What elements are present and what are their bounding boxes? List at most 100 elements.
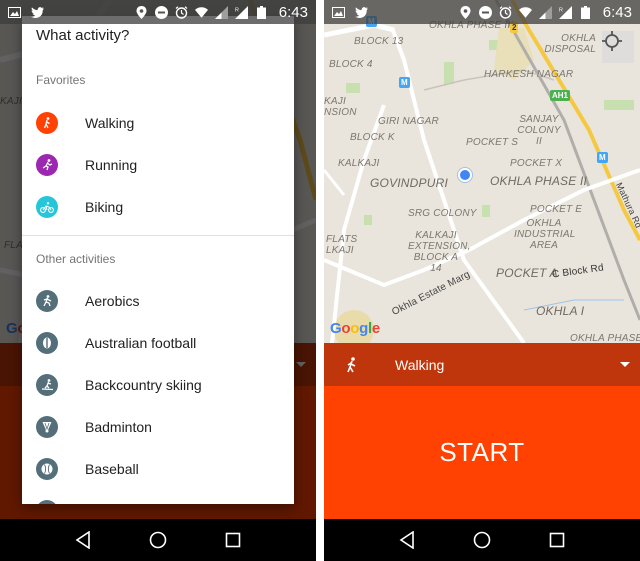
section-divider [22,235,294,236]
aerobics-icon [36,290,58,312]
favorites-header: Favorites [36,73,86,87]
signal-icon [214,5,228,19]
twitter-icon [355,6,368,18]
activity-item-biking[interactable]: Biking [22,186,294,228]
activity-item-partial[interactable] [22,490,294,504]
wifi-icon [194,6,208,18]
right-screen: OKHLA PHASE III BLOCK 13 BLOCK 4 KAJI NS… [324,0,640,561]
back-button[interactable] [72,529,94,551]
activity-label: Australian football [85,335,197,351]
twitter-icon [31,6,44,18]
google-logo: Google [330,320,380,337]
map-label: GIRI NAGAR [378,116,439,127]
activity-label: Aerobics [85,293,140,309]
map-label: BLOCK K [350,132,395,143]
image-icon [332,6,345,18]
back-button[interactable] [396,529,418,551]
activity-item-aerobics[interactable]: Aerobics [22,280,294,322]
dropdown-arrow-icon[interactable] [610,361,640,368]
recents-icon [226,532,241,548]
back-icon [75,531,90,549]
selected-activity-label: Walking [395,356,445,373]
signal-roaming-icon: R [558,5,572,19]
map-label: KALKAJI [338,158,380,169]
crosshair-icon [602,31,622,51]
recents-icon [550,532,565,548]
map-label: POCKET S [466,137,519,148]
home-button[interactable] [147,529,169,551]
location-icon [136,5,147,19]
svg-text:R: R [235,7,239,13]
highway-badge: AH1 [550,90,571,101]
do-not-disturb-icon [478,5,492,19]
map-label: POCKET A [496,266,558,280]
activity-label: Biking [85,199,124,215]
dialog-title: What activity? [36,27,130,44]
clock: 6:43 [602,3,632,21]
running-icon [36,154,58,176]
map-label: OKHLA INDUSTRIAL AREA [514,218,576,251]
activity-selector[interactable]: Walking [324,343,640,386]
my-location-button[interactable] [602,31,634,63]
signal-icon [538,5,552,19]
map-view[interactable]: OKHLA PHASE III BLOCK 13 BLOCK 4 KAJI NS… [324,0,640,343]
biking-icon [36,196,58,218]
backcountry-skiing-icon [36,374,58,396]
location-icon [460,5,471,19]
map-label: GOVINDPURI [370,176,449,190]
map-label: BLOCK 4 [329,59,373,70]
activity-label: Backcountry skiing [85,377,202,393]
image-icon [8,6,21,18]
badminton-icon [36,416,58,438]
walking-icon [36,112,58,134]
status-bar: R 6:43 [0,0,316,24]
map-label: BLOCK 13 [354,36,404,47]
activity-label: Baseball [85,461,139,477]
battery-icon [256,5,266,19]
activity-picker-dialog: What activity? Favorites Walking Running… [22,16,294,504]
home-icon [149,531,167,549]
left-screen: KAJI NSION FLATS LKAJI Google Walking ST… [0,0,316,561]
map-label: FLATS LKAJI [326,234,358,256]
map-label: OKHLA PHASE II [490,174,588,188]
activity-label: Walking [85,115,135,131]
map-label: OKHLA DISPOSAL [544,33,596,55]
navigation-bar [324,519,640,561]
signal-roaming-icon: R [234,5,248,19]
home-button[interactable] [471,529,493,551]
back-icon [399,531,414,549]
australian-football-icon [36,332,58,354]
activity-item-baseball[interactable]: Baseball [22,448,294,490]
alarm-icon [175,5,188,19]
battery-icon [580,5,590,19]
map-label: POCKET E [530,204,583,215]
clock: 6:43 [278,3,308,21]
activity-item-australian-football[interactable]: Australian football [22,322,294,364]
recents-button[interactable] [222,529,244,551]
walking-icon [324,356,380,373]
map-label: KAJI NSION [324,96,357,118]
do-not-disturb-icon [154,5,168,19]
map-label: POCKET X [510,158,563,169]
start-label: START [439,437,525,467]
alarm-icon [499,5,512,19]
activity-item-badminton[interactable]: Badminton [22,406,294,448]
map-label: SRG COLONY [408,208,477,219]
wifi-icon [518,6,532,18]
map-label: HARKESH NAGAR [484,69,574,80]
home-icon [473,531,491,549]
map-label: SANJAY COLONY II [517,114,561,147]
activity-item-running[interactable]: Running [22,144,294,186]
metro-icon: M [399,77,410,88]
activity-label: Running [85,157,138,173]
map-label: KALKAJI EXTENSION, BLOCK A 14 [408,230,471,274]
baseball-icon [36,458,58,480]
my-location-marker [458,168,472,182]
other-activities-header: Other activities [36,252,116,266]
activity-item-walking[interactable]: Walking [22,102,294,144]
start-button[interactable]: START [324,386,640,519]
map-label: OKHLA I [536,304,585,318]
activity-icon [36,500,58,504]
activity-item-backcountry-skiing[interactable]: Backcountry skiing [22,364,294,406]
recents-button[interactable] [546,529,568,551]
